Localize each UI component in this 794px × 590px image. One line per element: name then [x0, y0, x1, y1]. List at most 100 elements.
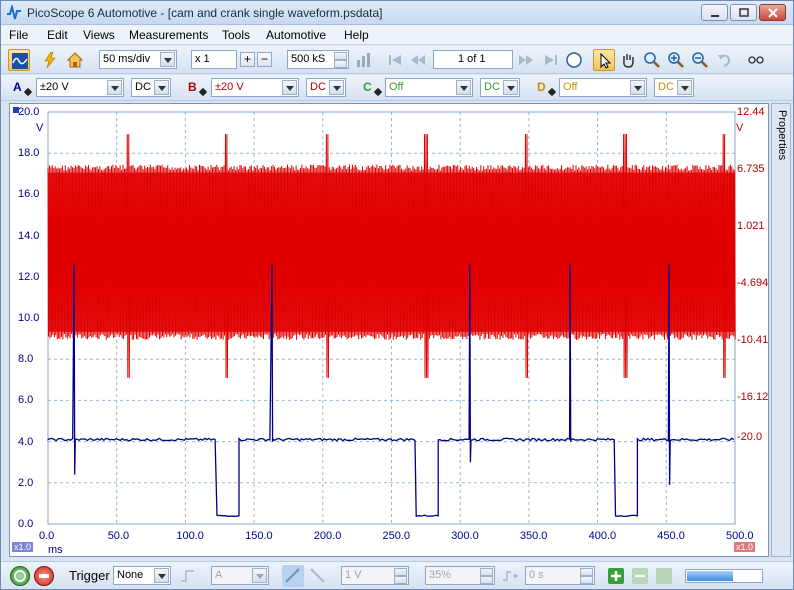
chevron-down-icon[interactable]	[107, 80, 122, 95]
channel-c-label: C	[363, 80, 372, 94]
menu-edit[interactable]: Edit	[47, 28, 68, 42]
left-axis-tick-label: 6.0	[18, 394, 34, 407]
channel-a-range-select[interactable]: ±20 V	[36, 78, 124, 97]
channel-options-button[interactable]	[353, 49, 375, 71]
advanced-trigger-button[interactable]	[177, 565, 199, 587]
menu-automotive[interactable]: Automotive	[266, 28, 326, 42]
right-axis-tick-label: -10.41	[737, 334, 769, 347]
rising-edge-button[interactable]	[282, 565, 304, 587]
channel-b-coupling-select[interactable]: DC	[306, 78, 346, 97]
skip-first-icon	[389, 55, 401, 65]
x-axis-tick-label: 150.0	[245, 530, 273, 542]
spin-up-icon[interactable]	[580, 568, 593, 576]
close-button[interactable]	[759, 4, 786, 21]
scope-view[interactable]: 20.0 18.0 16.0 14.0 12.0 10.0 8.0 6.0 4.0 2.0 0.0 V…	[9, 103, 769, 557]
chevron-down-icon[interactable]	[630, 80, 645, 95]
delay-icon	[503, 571, 518, 581]
first-buffer-button[interactable]	[385, 49, 407, 71]
channel-a-coupling-select[interactable]: DC	[131, 78, 171, 97]
home-button[interactable]	[64, 49, 86, 71]
channel-d-coupling-select[interactable]: DC	[654, 78, 694, 97]
edit-measurement-button[interactable]	[653, 565, 675, 587]
automotive-button[interactable]	[39, 49, 61, 71]
hand-icon	[623, 54, 634, 68]
zoom-value: x 1	[195, 53, 210, 65]
zoom-out-button[interactable]	[689, 49, 711, 71]
properties-tab[interactable]: Properties	[771, 103, 791, 557]
skip-last-icon	[545, 55, 557, 65]
chevron-down-icon[interactable]	[252, 568, 267, 583]
maximize-button[interactable]	[730, 4, 757, 21]
chevron-down-icon[interactable]	[329, 80, 344, 95]
menu-file[interactable]: File	[9, 28, 28, 42]
trigger-mode-select[interactable]: None	[113, 566, 171, 585]
zoom-field[interactable]: x 1	[191, 50, 237, 69]
channel-a-zoom-badge: x1.0	[12, 542, 34, 552]
menu-views[interactable]: Views	[83, 28, 115, 42]
zoom-minus-button[interactable]: −	[257, 52, 272, 67]
chevron-down-icon[interactable]	[677, 80, 692, 95]
probe-icon[interactable]	[547, 87, 557, 97]
last-buffer-button[interactable]	[539, 49, 561, 71]
trigger-level-field[interactable]: 1 V	[341, 566, 409, 585]
x-axis-tick-label: 350.0	[519, 530, 548, 542]
spin-down-icon[interactable]	[480, 576, 493, 584]
start-button[interactable]	[10, 566, 30, 586]
channel-b-range-select[interactable]: ±20 V	[211, 78, 299, 97]
undo-zoom-button[interactable]	[713, 49, 735, 71]
chevron-down-icon[interactable]	[154, 80, 169, 95]
channel-c-range: Off	[389, 81, 404, 93]
chevron-down-icon[interactable]	[282, 80, 297, 95]
post-trigger-button[interactable]	[499, 565, 521, 587]
spin-up-icon[interactable]	[334, 52, 347, 60]
spin-down-icon[interactable]	[334, 60, 347, 68]
scope-mode-button[interactable]	[8, 49, 30, 71]
remove-measurement-button[interactable]	[629, 565, 651, 587]
zoom-overview-button[interactable]	[745, 49, 767, 71]
spin-up-icon[interactable]	[480, 568, 493, 576]
capture-progress-fill	[687, 571, 733, 581]
spin-down-icon[interactable]	[580, 576, 593, 584]
probe-icon[interactable]	[23, 87, 33, 97]
stop-button[interactable]	[34, 566, 54, 586]
channel-c-range-select[interactable]: Off	[385, 78, 473, 97]
menu-help[interactable]: Help	[344, 28, 369, 42]
minimize-button[interactable]	[701, 4, 728, 21]
next-buffer-button[interactable]	[515, 49, 537, 71]
chevron-down-icon[interactable]	[456, 80, 471, 95]
zoom-tool-button[interactable]	[641, 49, 663, 71]
waveform-plot[interactable]	[10, 104, 768, 556]
scope-wave-icon	[12, 53, 28, 69]
channel-b-range: ±20 V	[215, 81, 244, 93]
falling-edge-button[interactable]	[307, 565, 329, 587]
samples-field[interactable]: 500 kS	[287, 50, 349, 69]
chevron-down-icon[interactable]	[503, 80, 518, 95]
pointer-tool-button[interactable]	[593, 49, 615, 71]
hand-tool-button[interactable]	[617, 49, 639, 71]
add-measurement-button[interactable]	[605, 565, 627, 587]
zoom-in-button[interactable]	[665, 49, 687, 71]
probe-icon[interactable]	[198, 87, 208, 97]
probe-icon[interactable]	[373, 87, 383, 97]
buffer-index-field[interactable]: 1 of 1	[433, 50, 513, 69]
menu-tools[interactable]: Tools	[222, 28, 250, 42]
chevron-down-icon[interactable]	[154, 568, 169, 583]
menu-bar: File Edit Views Measurements Tools Autom…	[1, 25, 793, 45]
timebase-select[interactable]: 50 ms/div	[99, 50, 177, 69]
menu-measurements[interactable]: Measurements	[129, 28, 208, 42]
left-axis-tick-label: 18.0	[18, 147, 40, 160]
chevron-down-icon[interactable]	[160, 52, 175, 67]
spin-down-icon[interactable]	[394, 576, 407, 584]
picoscope-app-icon	[7, 5, 21, 20]
trigger-source-select[interactable]: A	[211, 566, 269, 585]
rising-edge-icon	[285, 568, 300, 583]
channel-d-range-select[interactable]: Off	[559, 78, 647, 97]
trigger-delay-field[interactable]: 0 s	[525, 566, 595, 585]
pretrigger-field[interactable]: 35%	[425, 566, 495, 585]
buffer-navigator-button[interactable]	[563, 49, 585, 71]
zoom-plus-button[interactable]: +	[240, 52, 255, 67]
prev-buffer-button[interactable]	[407, 49, 429, 71]
channel-a-label: A	[13, 80, 22, 94]
spin-up-icon[interactable]	[394, 568, 407, 576]
channel-c-coupling-select[interactable]: DC	[480, 78, 520, 97]
